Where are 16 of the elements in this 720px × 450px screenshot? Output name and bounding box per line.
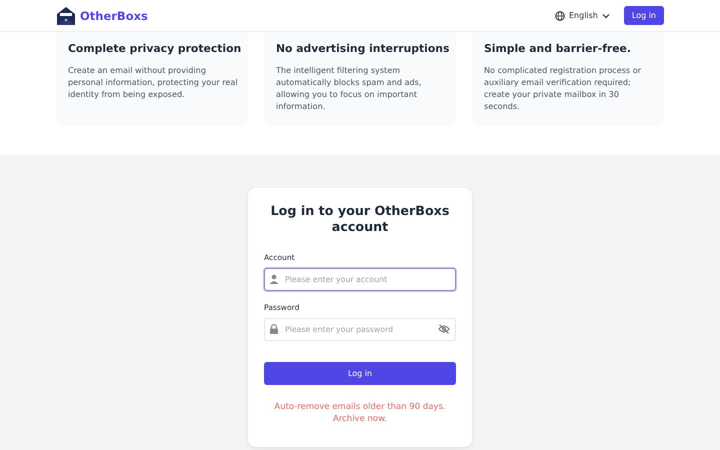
globe-icon <box>554 10 565 20</box>
feature-title: No advertising interruptions <box>276 42 450 56</box>
chevron-down-icon <box>602 12 610 18</box>
feature-title: Complete privacy protection <box>68 42 242 56</box>
envelope-logo-icon <box>56 6 76 26</box>
brand-name: OtherBoxs <box>80 8 148 22</box>
feature-title: Simple and barrier-free. <box>484 42 631 56</box>
login-button[interactable]: Log in <box>624 6 664 25</box>
feature-text: No complicated registration process or auxiliary email verification required; create your private mailbox in 30 seconds. <box>484 64 642 112</box>
notice-text: Auto-remove emails older than 90 days. Archive now. <box>273 401 447 425</box>
login-title: Log in to your OtherBoxs account <box>270 203 450 235</box>
login-submit-button[interactable]: Log in <box>264 362 456 385</box>
eye-slash-icon <box>438 324 450 334</box>
feature-text: The intelligent filtering system automatically blocks spam and ads, allowing you to focus on important information. <box>276 64 422 112</box>
language-selector[interactable]: English <box>554 10 610 20</box>
feature-text: Create an email without providing personal information, protecting your real identity from being exposed. <box>68 64 238 100</box>
